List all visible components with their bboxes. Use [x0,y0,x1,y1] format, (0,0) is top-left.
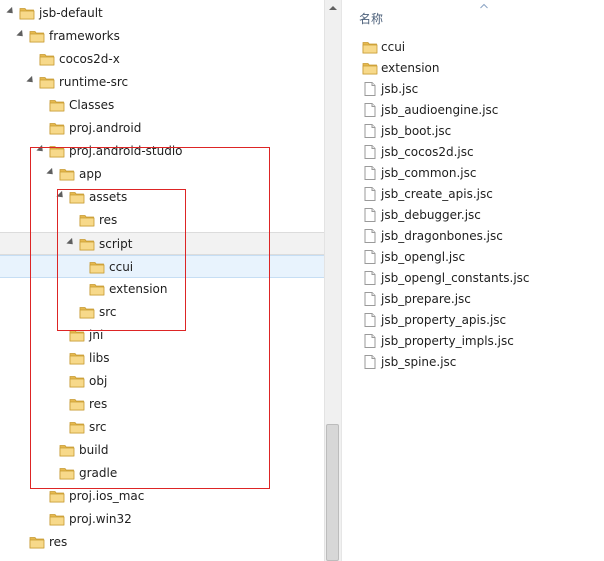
file-list-item[interactable]: jsb_debugger.jsc [362,205,582,226]
tree-item[interactable]: runtime-src [0,71,324,94]
expanded-arrow-icon[interactable] [6,6,16,17]
tree-item-label: frameworks [49,29,120,43]
file-icon [362,249,378,265]
folder-icon [39,75,55,89]
file-icon [362,270,378,286]
file-icon [362,333,378,349]
tree-item-label: res [49,535,68,549]
expanded-arrow-icon[interactable] [16,29,26,40]
file-icon [362,186,378,202]
file-name: jsb.jsc [381,82,419,96]
file-icon [362,207,378,223]
file-list-item[interactable]: ccui [362,37,582,58]
folder-icon [362,39,378,55]
file-list-item[interactable]: jsb_opengl_constants.jsc [362,268,582,289]
file-icon [362,354,378,370]
scrollbar-thumb[interactable] [326,424,339,561]
file-name: jsb_prepare.jsc [381,292,471,306]
tree-item-label: runtime-src [59,75,129,89]
file-list-item[interactable]: jsb_dragonbones.jsc [362,226,582,247]
file-name: jsb_property_impls.jsc [381,334,514,348]
file-list-item[interactable]: extension [362,58,582,79]
file-name: jsb_audioengine.jsc [381,103,499,117]
tree-item[interactable]: jsb-default [0,2,324,25]
file-list-pane: 名称 ccui extension jsb.jsc jsb_audioengine.j… [342,0,604,561]
arrow-up-icon [329,6,337,10]
folder-icon [49,512,65,526]
file-list-item[interactable]: jsb_spine.jsc [362,352,582,373]
file-name: jsb_property_apis.jsc [381,313,507,327]
file-name: jsb_cocos2d.jsc [381,145,474,159]
file-icon [362,102,378,118]
file-list-item[interactable]: jsb_opengl.jsc [362,247,582,268]
file-name: extension [381,61,440,75]
file-list-item[interactable]: jsb_property_apis.jsc [362,310,582,331]
file-list-item[interactable]: jsb_audioengine.jsc [362,100,582,121]
tree-item-label: jsb-default [39,6,103,20]
file-icon [362,144,378,160]
tree-item-label: proj.ios_mac [69,489,145,503]
highlight-box-assets [57,189,186,331]
name-column-header[interactable]: 名称 [359,10,383,27]
tree-item[interactable]: proj.android [0,117,324,140]
file-list-item[interactable]: jsb_prepare.jsc [362,289,582,310]
file-icon [362,291,378,307]
tree-item[interactable]: Classes [0,94,324,117]
file-list-item[interactable]: jsb_boot.jsc [362,121,582,142]
folder-icon [49,121,65,135]
tree-scrollbar[interactable] [324,0,341,561]
file-name: jsb_opengl_constants.jsc [381,271,530,285]
folder-icon [49,489,65,503]
tree-item-label: proj.win32 [69,512,132,526]
tree-item[interactable]: proj.win32 [0,508,324,531]
file-icon [362,123,378,139]
file-name: jsb_dragonbones.jsc [381,229,503,243]
file-list-item[interactable]: jsb_property_impls.jsc [362,331,582,352]
file-list-item[interactable]: jsb.jsc [362,79,582,100]
tree-item[interactable]: cocos2d-x [0,48,324,71]
folder-icon [29,535,45,549]
folder-icon [39,52,55,66]
file-icon [362,165,378,181]
expanded-arrow-icon[interactable] [26,75,36,86]
file-name: jsb_common.jsc [381,166,477,180]
file-list-item[interactable]: jsb_cocos2d.jsc [362,142,582,163]
file-icon [362,81,378,97]
file-list-item[interactable]: jsb_create_apis.jsc [362,184,582,205]
tree-item-label: Classes [69,98,115,112]
folder-icon [29,29,45,43]
file-name: jsb_create_apis.jsc [381,187,493,201]
file-name: jsb_debugger.jsc [381,208,481,222]
folder-icon [362,60,378,76]
folder-icon [19,6,35,20]
file-name: ccui [381,40,406,54]
scroll-up-button[interactable] [325,0,341,17]
file-icon [362,312,378,328]
tree-item-label: proj.android [69,121,142,135]
file-icon [362,228,378,244]
folder-icon [49,98,65,112]
tree-item[interactable]: res [0,531,324,554]
file-name: jsb_spine.jsc [381,355,457,369]
sort-ascending-icon [480,3,488,9]
file-name: jsb_boot.jsc [381,124,452,138]
tree-item[interactable]: frameworks [0,25,324,48]
file-list-item[interactable]: jsb_common.jsc [362,163,582,184]
file-name: jsb_opengl.jsc [381,250,466,264]
tree-item-label: cocos2d-x [59,52,120,66]
